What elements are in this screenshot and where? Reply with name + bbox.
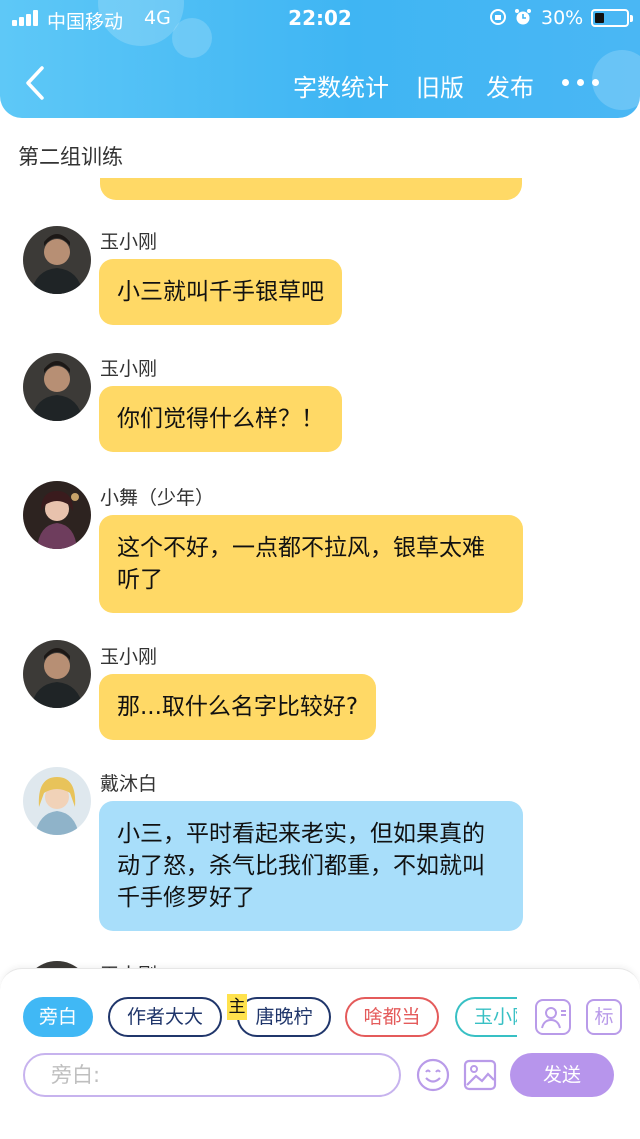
main-character-badge: 主 xyxy=(227,994,247,1020)
sender-name: 玉小刚 xyxy=(100,646,158,668)
tag-button[interactable]: 标 xyxy=(586,999,622,1035)
yu-xiaogang-avatar[interactable] xyxy=(23,226,91,294)
word-count-button[interactable]: 字数统计 xyxy=(293,68,389,103)
chat-message: 玉小刚 那...取什么名字比较好? xyxy=(0,640,640,750)
sender-name: 戴沐白 xyxy=(100,773,158,795)
back-arrow-icon[interactable] xyxy=(20,64,52,102)
person-icon xyxy=(541,1007,566,1029)
battery-icon xyxy=(591,9,633,27)
chat-list[interactable]: 玉小刚 小三就叫千手银草吧 玉小刚 你们觉得什么样？！ 小舞（少年） 这个不好，… xyxy=(0,178,640,968)
role-chip-tang-wanning[interactable]: 唐晚柠 xyxy=(237,997,331,1037)
message-bubble[interactable]: 这个不好，一点都不拉风，银草太难听了 xyxy=(99,515,523,613)
publish-button[interactable]: 发布 xyxy=(486,68,534,103)
orientation-lock-icon xyxy=(490,9,506,25)
status-bar: 中国移动 4G 22:02 30% xyxy=(0,0,640,38)
message-input[interactable]: 旁白: xyxy=(23,1053,401,1097)
message-bubble[interactable]: 小三就叫千手银草吧 xyxy=(99,259,342,325)
message-bubble[interactable]: 那...取什么名字比较好? xyxy=(99,674,377,740)
sender-name: 小舞（少年） xyxy=(100,487,215,509)
dai-mubai-avatar[interactable] xyxy=(23,767,91,835)
message-bubble[interactable]: 你们觉得什么样？！ xyxy=(99,386,342,452)
chat-message: 小舞（少年） 这个不好，一点都不拉风，银草太难听了 xyxy=(0,481,640,621)
alarm-icon xyxy=(515,9,531,25)
image-icon[interactable] xyxy=(462,1057,498,1093)
yu-xiaogang-avatar[interactable] xyxy=(23,353,91,421)
more-icon[interactable] xyxy=(560,75,602,91)
composer-panel: 旁白 作者大大 唐晚柠 啥都当 玉小刚 标 旁白: 发送 xyxy=(0,968,640,1139)
clipped-message-bubble xyxy=(100,178,522,200)
old-version-button[interactable]: 旧版 xyxy=(416,68,464,103)
add-character-button[interactable] xyxy=(535,999,571,1035)
emoji-icon[interactable] xyxy=(415,1057,451,1093)
chat-message: 玉小刚 小三就叫千手银草吧 xyxy=(0,226,640,336)
role-chip-author[interactable]: 作者大大 xyxy=(108,997,222,1037)
page-title: 第二组训练 xyxy=(18,145,123,169)
chat-message: 戴沐白 小三，平时看起来老实，但如果真的动了怒，杀气比我们都重，不如就叫千手修罗… xyxy=(0,767,640,937)
xiaowu-avatar[interactable] xyxy=(23,481,91,549)
role-chip-yu-xiaogang[interactable]: 玉小刚 xyxy=(455,997,517,1037)
chat-message: 玉小刚 xyxy=(0,961,640,968)
role-chip-narrator[interactable]: 旁白 xyxy=(23,997,93,1037)
send-button[interactable]: 发送 xyxy=(510,1053,614,1097)
yu-xiaogang-avatar[interactable] xyxy=(23,640,91,708)
sender-name: 玉小刚 xyxy=(100,960,157,968)
battery-level xyxy=(595,13,604,23)
top-header: 中国移动 4G 22:02 30% 字数统计 旧版 发布 xyxy=(0,0,640,118)
chat-message: 玉小刚 你们觉得什么样？！ xyxy=(0,353,640,463)
battery-percent: 30% xyxy=(541,7,584,29)
sender-name: 玉小刚 xyxy=(100,231,158,253)
message-bubble[interactable]: 小三，平时看起来老实，但如果真的动了怒，杀气比我们都重，不如就叫千手修罗好了 xyxy=(99,801,523,931)
role-chip-shadudang[interactable]: 啥都当 xyxy=(345,997,439,1037)
yu-xiaogang-avatar[interactable] xyxy=(23,961,91,968)
sender-name: 玉小刚 xyxy=(100,358,158,380)
